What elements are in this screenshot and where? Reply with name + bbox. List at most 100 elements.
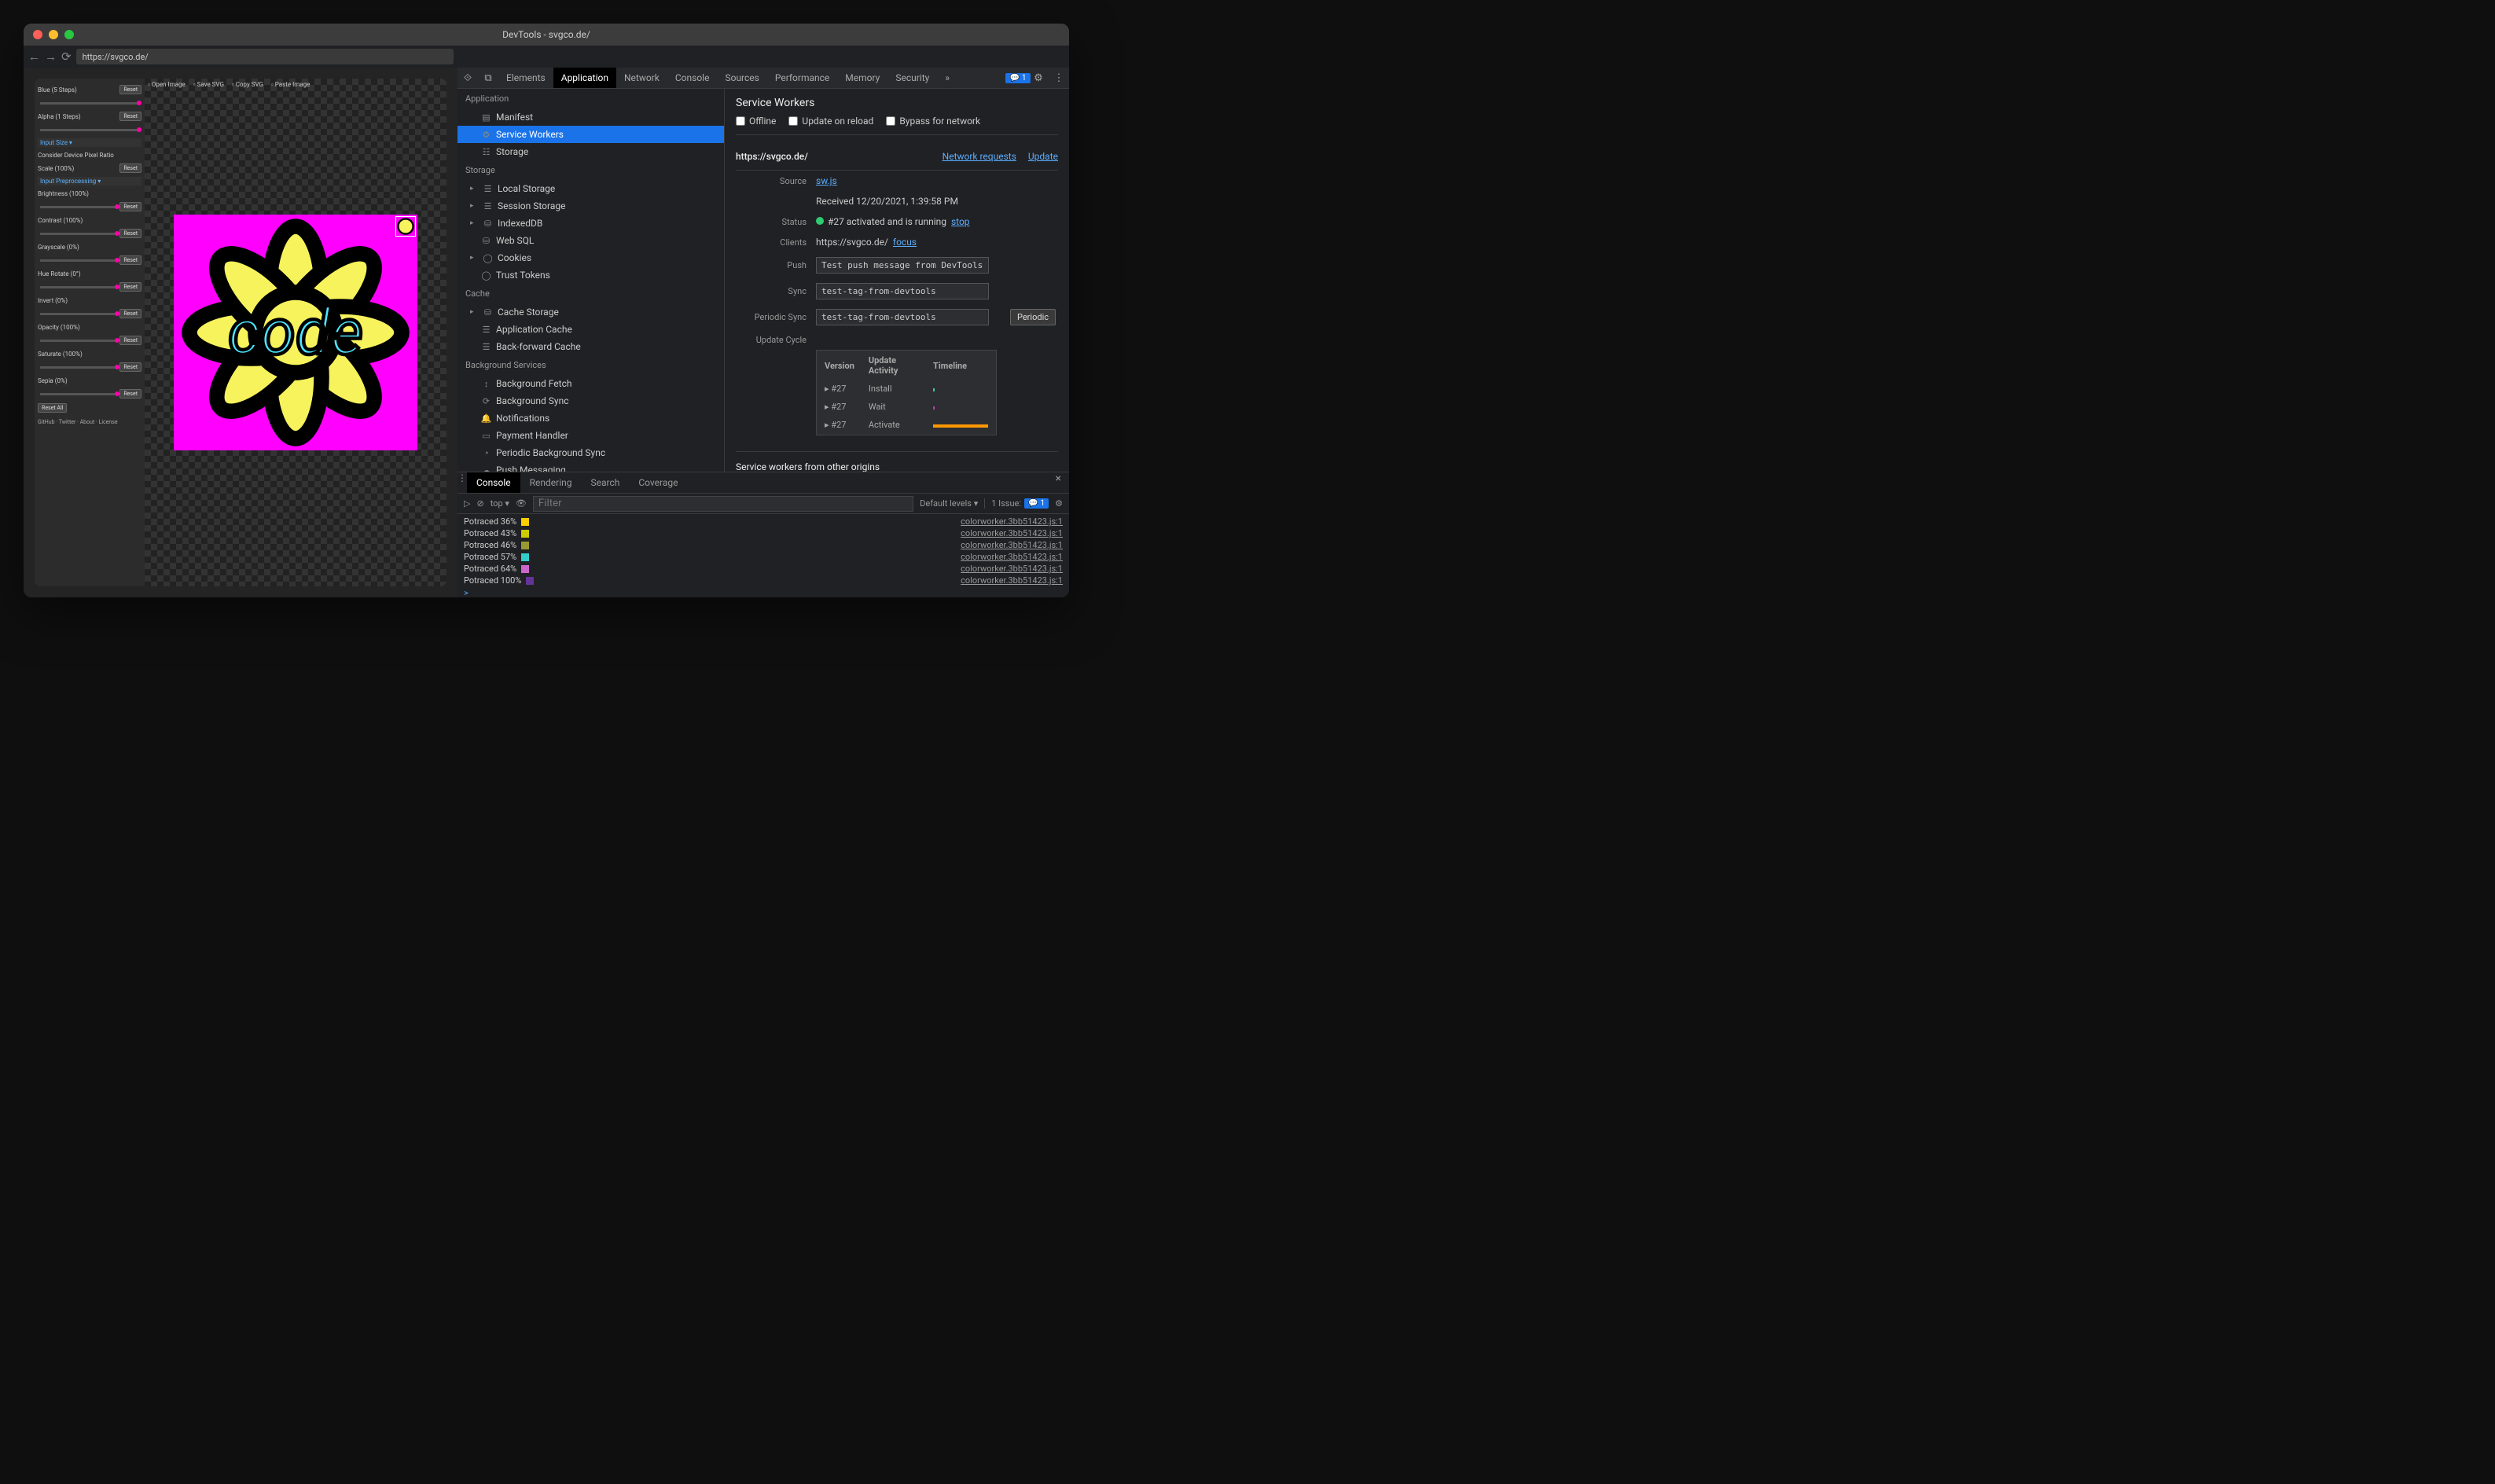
action-save-svg[interactable]: ▫ Save SVG xyxy=(193,81,224,88)
tree-item-web-sql[interactable]: ⛁Web SQL xyxy=(457,232,724,249)
tree-item-manifest[interactable]: ▤Manifest xyxy=(457,108,724,126)
tab-memory[interactable]: Memory xyxy=(837,68,887,88)
kebab-icon[interactable]: ⋮ xyxy=(1049,68,1069,88)
tree-item-periodic-background-sync[interactable]: ◔Periodic Background Sync xyxy=(457,444,724,461)
tab-sources[interactable]: Sources xyxy=(717,68,766,88)
drawer-tab-console[interactable]: Console xyxy=(467,472,520,493)
periodic-input[interactable] xyxy=(816,309,989,325)
action-open-image[interactable]: ▫ Open Image xyxy=(148,81,186,88)
issues-link[interactable]: 1 Issue:💬 1 xyxy=(984,498,1049,509)
tree-item-push-messaging[interactable]: ☁Push Messaging xyxy=(457,461,724,472)
tree-item-trust-tokens[interactable]: ◯Trust Tokens xyxy=(457,266,724,284)
drawer-tab-coverage[interactable]: Coverage xyxy=(629,472,687,493)
levels-selector[interactable]: Default levels ▾ xyxy=(920,498,978,509)
section-input-size[interactable]: Input Size ▾ xyxy=(38,138,141,147)
sync-input[interactable] xyxy=(816,283,989,299)
console-log-row: Potraced 57%colorworker.3bb51423.js:1 xyxy=(457,551,1069,563)
reload-icon[interactable]: ⟳ xyxy=(61,50,72,64)
console-log-row: Potraced 46%colorworker.3bb51423.js:1 xyxy=(457,539,1069,551)
focus-link[interactable]: focus xyxy=(893,237,917,248)
devtools-window: DevTools - svgco.de/ ← → ⟳ https://svgco… xyxy=(24,24,1069,597)
section-preprocessing[interactable]: Input Preprocessing ▾ xyxy=(38,177,141,186)
drawer-tab-rendering[interactable]: Rendering xyxy=(520,472,582,493)
tab-security[interactable]: Security xyxy=(887,68,937,88)
clear-icon[interactable]: ⊘ xyxy=(476,498,483,509)
update-cycle-table: VersionUpdate ActivityTimeline ▸ #27Inst… xyxy=(816,350,997,435)
sw-received: Received 12/20/2021, 1:39:58 PM xyxy=(816,196,958,207)
status-dot-icon xyxy=(816,217,824,225)
tab-performance[interactable]: Performance xyxy=(767,68,837,88)
action-paste-image[interactable]: ▫ Paste Image xyxy=(271,81,310,88)
sw-source-link[interactable]: sw.js xyxy=(816,175,837,186)
live-expressions-icon[interactable]: 👁 xyxy=(516,498,527,509)
tree-item-payment-handler[interactable]: ▭Payment Handler xyxy=(457,427,724,444)
more-tabs-button[interactable]: » xyxy=(937,68,957,88)
drawer-kebab-icon[interactable]: ⋮ xyxy=(457,472,467,493)
run-icon[interactable]: ▷ xyxy=(464,498,470,509)
context-selector[interactable]: top ▾ xyxy=(491,498,509,509)
console-prompt[interactable]: > xyxy=(457,586,1069,597)
drawer-close-icon[interactable]: × xyxy=(1048,472,1069,493)
tree-item-local-storage[interactable]: ▸☰Local Storage xyxy=(457,180,724,197)
tab-console[interactable]: Console xyxy=(667,68,718,88)
titlebar: DevTools - svgco.de/ xyxy=(24,24,1069,46)
svg-text:code: code xyxy=(228,295,363,369)
maximize-icon[interactable] xyxy=(64,30,74,39)
thumbnail-icon[interactable] xyxy=(395,216,416,237)
network-requests-link[interactable]: Network requests xyxy=(943,151,1016,162)
panel-title: Service Workers xyxy=(736,97,1058,109)
stop-link[interactable]: stop xyxy=(951,216,970,227)
tab-network[interactable]: Network xyxy=(616,68,667,88)
reset-button[interactable]: Reset xyxy=(119,163,141,173)
console-log-row: Potraced 100%colorworker.3bb51423.js:1 xyxy=(457,575,1069,586)
sw-origin: https://svgco.de/ xyxy=(736,151,808,162)
offline-checkbox[interactable]: Offline xyxy=(736,116,776,127)
console-filter[interactable] xyxy=(533,496,913,512)
close-icon[interactable] xyxy=(33,30,42,39)
devtools-tabbar: ⟐ ⧉ ElementsApplicationNetworkConsoleSou… xyxy=(457,68,1069,89)
tree-item-background-fetch[interactable]: ↕Background Fetch xyxy=(457,375,724,392)
settings-icon[interactable]: ⚙ xyxy=(1028,68,1049,88)
tree-item-cache-storage[interactable]: ▸⛁Cache Storage xyxy=(457,303,724,321)
inspect-icon[interactable]: ⟐ xyxy=(457,68,478,88)
tab-elements[interactable]: Elements xyxy=(498,68,553,88)
tree-item-application-cache[interactable]: ☰Application Cache xyxy=(457,321,724,338)
reset-all-button[interactable]: Reset All xyxy=(38,403,67,413)
console-log-row: Potraced 36%colorworker.3bb51423.js:1 xyxy=(457,516,1069,527)
tree-item-cookies[interactable]: ▸◯Cookies xyxy=(457,249,724,266)
update-on-reload-checkbox[interactable]: Update on reload xyxy=(788,116,873,127)
url-bar[interactable]: https://svgco.de/ xyxy=(76,49,454,64)
periodic-button[interactable]: Periodic xyxy=(1010,309,1056,325)
browser-toolbar: ← → ⟳ https://svgco.de/ xyxy=(24,46,1069,68)
application-tree: Application▤Manifest⚙Service Workers☷Sto… xyxy=(457,89,725,472)
action-copy-svg[interactable]: ▫ Copy SVG xyxy=(232,81,263,88)
tree-item-indexeddb[interactable]: ▸⛁IndexedDB xyxy=(457,215,724,232)
window-title: DevTools - svgco.de/ xyxy=(502,29,590,40)
footer-links[interactable]: GitHub · Twitter · About · License xyxy=(38,419,141,425)
console-settings-icon[interactable]: ⚙ xyxy=(1055,498,1063,509)
tree-item-service-workers[interactable]: ⚙Service Workers xyxy=(457,126,724,143)
tab-application[interactable]: Application xyxy=(553,68,616,88)
traffic-lights xyxy=(33,30,74,39)
canvas: ▫ Open Image ▫ Save SVG ▫ Copy SVG ▫ Paste … xyxy=(145,79,446,586)
drawer-tab-search[interactable]: Search xyxy=(581,472,629,493)
tree-item-background-sync[interactable]: ⟳Background Sync xyxy=(457,392,724,410)
back-icon[interactable]: ← xyxy=(28,50,40,64)
tree-item-notifications[interactable]: 🔔Notifications xyxy=(457,410,724,427)
console-drawer: ⋮ ConsoleRenderingSearchCoverage × ▷ ⊘ t… xyxy=(457,472,1069,597)
tree-item-session-storage[interactable]: ▸☰Session Storage xyxy=(457,197,724,215)
svg-output: code xyxy=(174,215,417,450)
tree-item-back-forward-cache[interactable]: ☰Back-forward Cache xyxy=(457,338,724,355)
minimize-icon[interactable] xyxy=(49,30,58,39)
update-link[interactable]: Update xyxy=(1028,151,1058,162)
forward-icon[interactable]: → xyxy=(45,50,57,64)
tree-item-storage[interactable]: ☷Storage xyxy=(457,143,724,160)
bypass-checkbox[interactable]: Bypass for network xyxy=(886,116,980,127)
device-icon[interactable]: ⧉ xyxy=(478,68,498,88)
devtools-pane: ⟐ ⧉ ElementsApplicationNetworkConsoleSou… xyxy=(457,68,1069,597)
page-preview-column: Blue (5 Steps)ResetAlpha (1 Steps)Reset … xyxy=(24,68,457,597)
push-input[interactable] xyxy=(816,257,989,274)
console-log-row: Potraced 43%colorworker.3bb51423.js:1 xyxy=(457,527,1069,539)
issues-button[interactable]: 💬 1 xyxy=(1008,68,1028,88)
main-area: Blue (5 Steps)ResetAlpha (1 Steps)Reset … xyxy=(24,68,1069,597)
